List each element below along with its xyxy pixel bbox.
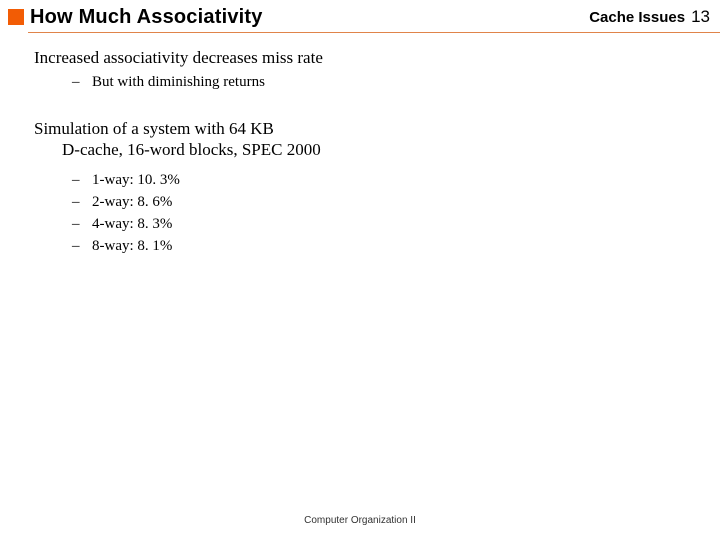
bullet-square-icon — [8, 9, 24, 25]
slide-title: How Much Associativity — [30, 6, 263, 29]
footer-text: Computer Organization II — [0, 515, 720, 526]
header-rule — [28, 32, 720, 33]
header-right: Cache Issues 13 — [589, 7, 710, 27]
section1-sub: But with diminishing returns — [72, 72, 700, 94]
topic-label: Cache Issues — [589, 9, 685, 26]
section1-heading: Increased associativity decreases miss r… — [34, 48, 700, 68]
page-number: 13 — [691, 7, 710, 27]
section2-line1: Simulation of a system with 64 KB — [34, 118, 700, 139]
list-item: 8-way: 8. 1% — [72, 236, 700, 258]
section2-list: 1-way: 10. 3% 2-way: 8. 6% 4-way: 8. 3% … — [34, 170, 700, 257]
header-left: How Much Associativity — [8, 6, 263, 29]
slide-header: How Much Associativity Cache Issues 13 — [8, 4, 710, 30]
section-1: Increased associativity decreases miss r… — [34, 48, 700, 94]
slide: How Much Associativity Cache Issues 13 I… — [0, 0, 720, 540]
list-item: 2-way: 8. 6% — [72, 192, 700, 214]
slide-body: Increased associativity decreases miss r… — [34, 48, 700, 257]
section-2: Simulation of a system with 64 KB D-cach… — [34, 118, 700, 258]
section2-line2: D-cache, 16-word blocks, SPEC 2000 — [34, 139, 700, 160]
list-item: 4-way: 8. 3% — [72, 214, 700, 236]
list-item: 1-way: 10. 3% — [72, 170, 700, 192]
